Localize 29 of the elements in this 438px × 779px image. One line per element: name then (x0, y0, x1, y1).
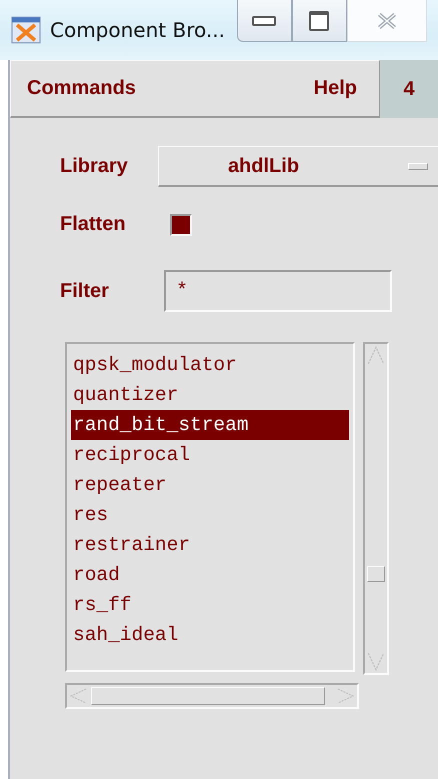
list-item[interactable]: rs_ff (71, 590, 349, 620)
library-dropdown[interactable]: ahdlLib (158, 146, 438, 187)
list-item[interactable]: repeater (71, 470, 349, 500)
window-title: Component Bro... (50, 18, 225, 42)
horizontal-scrollbar[interactable] (65, 683, 359, 709)
vertical-scrollbar[interactable] (363, 342, 389, 675)
menu-item[interactable]: Help (314, 77, 357, 100)
menu-badge: 4 (380, 60, 438, 118)
field-label: Library (60, 155, 129, 178)
minimize-button[interactable] (236, 0, 292, 42)
list-item[interactable]: reciprocal (71, 440, 349, 470)
list-item[interactable]: restrainer (71, 530, 349, 560)
list-item[interactable]: quantizer (71, 380, 349, 410)
list-item[interactable]: qpsk_modulator (71, 350, 349, 380)
dropdown-icon (408, 162, 428, 170)
close-icon (376, 12, 398, 30)
scrollbar-thumb[interactable] (367, 566, 385, 582)
menu-item[interactable]: Commands (27, 77, 136, 100)
maximize-button[interactable] (292, 0, 347, 42)
list-item[interactable]: res (71, 500, 349, 530)
filter-field[interactable]: * (164, 270, 392, 312)
list-item[interactable]: rand_bit_stream (71, 410, 349, 440)
flatten-checkbox[interactable] (170, 214, 192, 236)
list-item[interactable]: sah_ideal (71, 620, 349, 650)
field-label: Flatten (60, 213, 127, 236)
scrollbar-thumb[interactable] (91, 687, 325, 705)
app-icon (10, 16, 42, 44)
list-item[interactable]: road (71, 560, 349, 590)
field-label: Filter (60, 280, 110, 302)
